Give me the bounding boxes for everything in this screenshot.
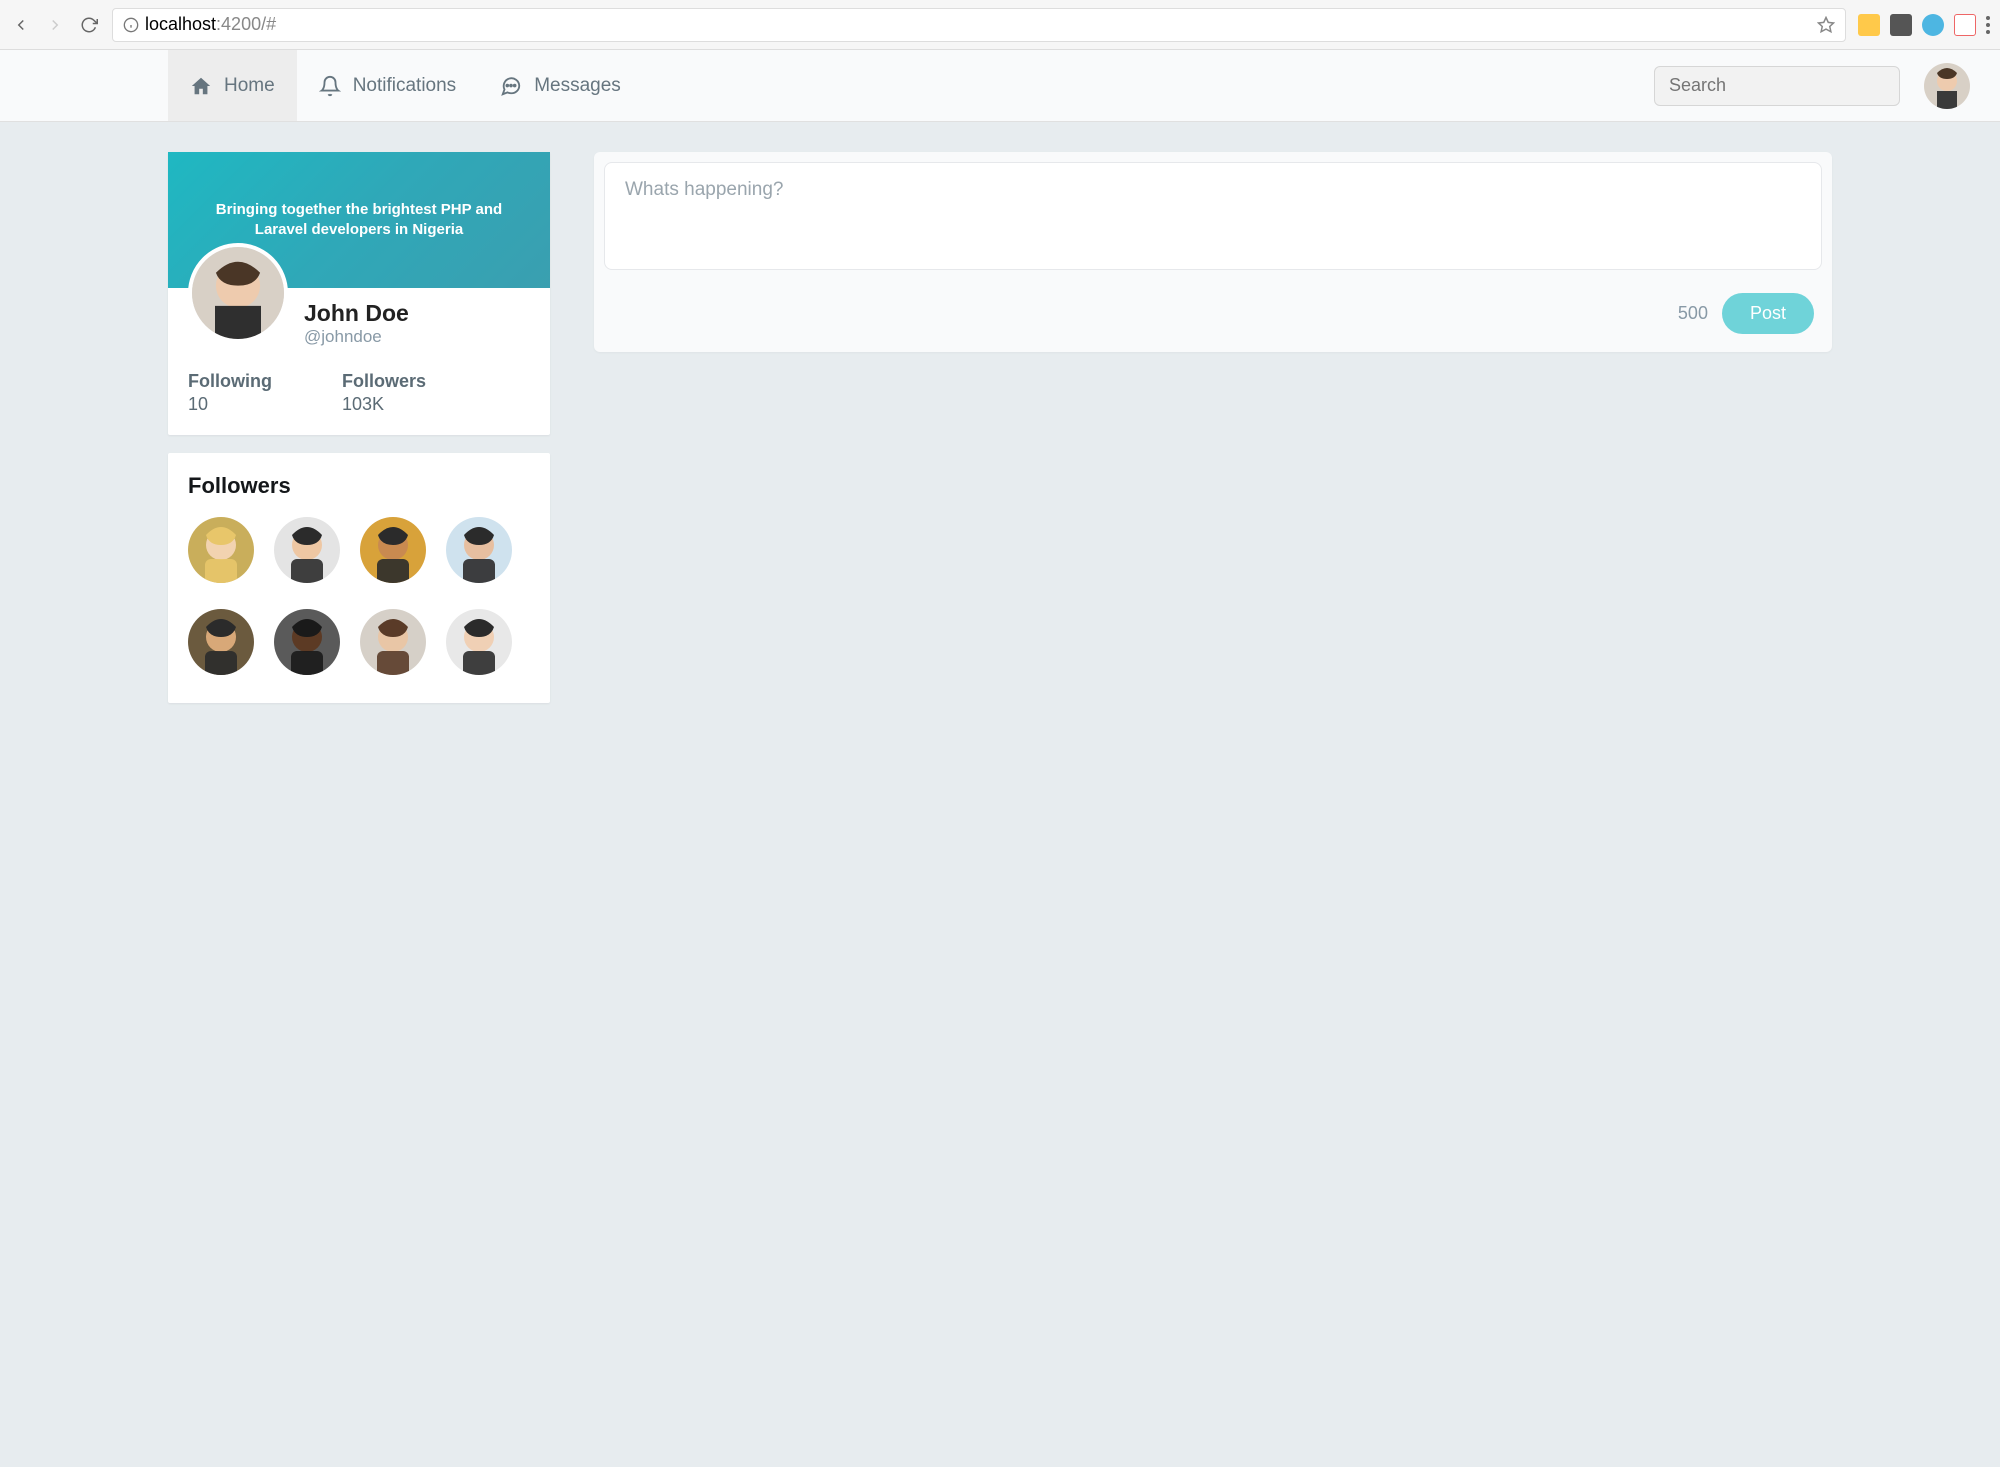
bell-icon <box>319 75 341 97</box>
chat-icon <box>500 75 522 97</box>
cover-tagline: Bringing together the brightest PHP and … <box>208 200 510 241</box>
main-column: 500 Post <box>594 152 1832 352</box>
followers-title: Followers <box>188 473 530 499</box>
extension-icon[interactable] <box>1890 14 1912 36</box>
composer: 500 Post <box>594 152 1832 352</box>
extension-icon[interactable] <box>1922 14 1944 36</box>
reload-button[interactable] <box>78 14 100 36</box>
nav-notifications[interactable]: Notifications <box>297 50 479 121</box>
followers-card: Followers <box>168 453 550 703</box>
profile-avatar[interactable] <box>188 243 288 343</box>
sidebar: Bringing together the brightest PHP and … <box>168 152 550 703</box>
follower-avatar[interactable] <box>360 517 426 583</box>
follower-avatar[interactable] <box>446 517 512 583</box>
compose-textarea[interactable] <box>604 162 1822 270</box>
browser-extensions <box>1858 14 1990 36</box>
back-button[interactable] <box>10 14 32 36</box>
profile-stats: Following 10 Followers 103K <box>168 347 550 435</box>
follower-avatar[interactable] <box>188 609 254 675</box>
extension-icon[interactable] <box>1954 14 1976 36</box>
following-stat[interactable]: Following 10 <box>188 371 272 415</box>
display-name: John Doe <box>304 300 409 327</box>
follower-avatar[interactable] <box>274 609 340 675</box>
extension-icon[interactable] <box>1858 14 1880 36</box>
info-icon <box>123 17 139 33</box>
url-bar[interactable]: localhost:4200/# <box>112 8 1846 42</box>
page-container: Bringing together the brightest PHP and … <box>0 122 2000 733</box>
nav-label: Notifications <box>353 75 457 97</box>
url-text: localhost:4200/# <box>145 14 276 35</box>
nav-label: Home <box>224 75 275 97</box>
profile-card: Bringing together the brightest PHP and … <box>168 152 550 435</box>
nav-messages[interactable]: Messages <box>478 50 643 121</box>
stat-label: Followers <box>342 371 426 392</box>
forward-button[interactable] <box>44 14 66 36</box>
bookmark-star-icon[interactable] <box>1817 16 1835 34</box>
nav-label: Messages <box>534 75 621 97</box>
nav-home[interactable]: Home <box>168 50 297 121</box>
nav-items: Home Notifications Messages <box>168 50 643 121</box>
top-nav: Home Notifications Messages <box>0 50 2000 122</box>
stat-value: 10 <box>188 394 272 415</box>
follower-avatar[interactable] <box>274 517 340 583</box>
home-icon <box>190 75 212 97</box>
followers-stat[interactable]: Followers 103K <box>342 371 426 415</box>
follower-avatar[interactable] <box>188 517 254 583</box>
browser-chrome: localhost:4200/# <box>0 0 2000 50</box>
search-input[interactable] <box>1654 66 1900 106</box>
nav-avatar[interactable] <box>1924 63 1970 109</box>
profile-handle: @johndoe <box>304 327 409 347</box>
char-count: 500 <box>1678 303 1708 324</box>
post-button[interactable]: Post <box>1722 293 1814 334</box>
stat-label: Following <box>188 371 272 392</box>
followers-grid <box>188 517 530 675</box>
follower-avatar[interactable] <box>360 609 426 675</box>
follower-avatar[interactable] <box>446 609 512 675</box>
stat-value: 103K <box>342 394 426 415</box>
browser-menu-button[interactable] <box>1986 16 1990 34</box>
